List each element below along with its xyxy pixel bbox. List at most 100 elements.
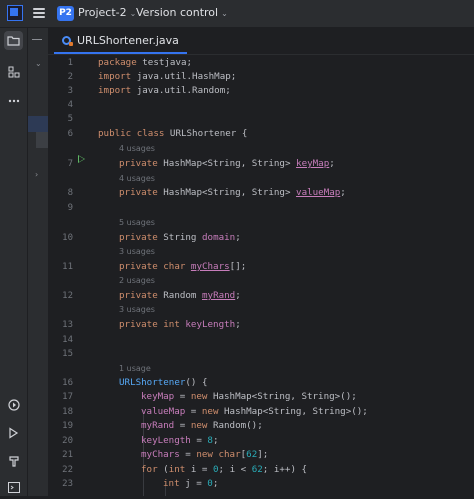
keyword: private int bbox=[119, 319, 186, 330]
keyword: int bbox=[168, 464, 191, 475]
code-text: Random(); bbox=[212, 420, 263, 431]
field: keyLength bbox=[185, 319, 236, 330]
code-line[interactable]: public class URLShortener { bbox=[98, 128, 247, 139]
code-line[interactable]: valueMap = new HashMap<String, String>()… bbox=[141, 406, 368, 417]
code-text: testjava; bbox=[142, 57, 193, 68]
chevron-down-icon: ⌄ bbox=[221, 9, 228, 18]
line-number: 3 bbox=[67, 86, 73, 96]
usages-hint[interactable]: 3 usages bbox=[119, 247, 155, 256]
field: myRand bbox=[202, 290, 236, 301]
chevron-down-icon[interactable]: ⌄ bbox=[35, 59, 42, 68]
keyword: int bbox=[163, 478, 186, 489]
field: myChars bbox=[141, 449, 180, 460]
code-line[interactable]: package testjava; bbox=[98, 57, 192, 68]
code-line[interactable]: private char myChars[]; bbox=[119, 261, 246, 272]
line-number: 19 bbox=[62, 421, 73, 431]
usages-hint[interactable]: 1 usage bbox=[119, 364, 151, 373]
code-line[interactable]: for (int i = 0; i < 62; i++) { bbox=[141, 464, 307, 475]
code-line[interactable]: private Random myRand; bbox=[119, 290, 241, 301]
line-number: 1 bbox=[67, 58, 73, 68]
line-number: 7 bbox=[67, 159, 73, 169]
services-icon[interactable] bbox=[4, 396, 23, 415]
line-number: 13 bbox=[62, 320, 73, 330]
code-line[interactable]: private String domain; bbox=[119, 232, 241, 243]
code-line[interactable]: URLShortener() { bbox=[119, 377, 208, 388]
code-text: HashMap<String, String>(); bbox=[224, 406, 368, 417]
code-text: java.util.HashMap; bbox=[136, 71, 237, 82]
chevron-right-icon[interactable]: › bbox=[35, 170, 38, 179]
line-number: 11 bbox=[62, 262, 73, 272]
ide-logo-icon[interactable] bbox=[7, 5, 23, 21]
keyword: for bbox=[141, 464, 164, 475]
main-menu-icon[interactable] bbox=[33, 8, 45, 18]
code-text: () { bbox=[185, 377, 208, 388]
keyword: import bbox=[98, 71, 137, 82]
keyword: private bbox=[119, 232, 164, 243]
code-text: ; bbox=[340, 187, 346, 198]
tab-urlshortener-java[interactable]: URLShortener.java bbox=[54, 28, 187, 54]
field: domain bbox=[202, 232, 236, 243]
code-line[interactable]: private HashMap<String, String> keyMap; bbox=[119, 158, 335, 169]
code-line[interactable]: import java.util.HashMap; bbox=[98, 71, 236, 82]
field: valueMap bbox=[296, 187, 341, 198]
usages-hint[interactable]: 5 usages bbox=[119, 218, 155, 227]
code-text: HashMap<String, String>(); bbox=[212, 391, 357, 402]
line-number: 5 bbox=[67, 114, 73, 124]
structure-icon[interactable] bbox=[4, 63, 23, 82]
selected-tree-row[interactable] bbox=[28, 116, 48, 132]
code-text: = bbox=[179, 449, 197, 460]
project-folder-icon[interactable] bbox=[4, 31, 23, 50]
more-tools-icon[interactable] bbox=[4, 90, 23, 109]
line-number: 4 bbox=[67, 100, 73, 110]
code-line[interactable]: keyLength = 8; bbox=[141, 435, 219, 446]
left-toolbar bbox=[0, 28, 28, 496]
usages-hint[interactable]: 2 usages bbox=[119, 276, 155, 285]
run-gutter-icon[interactable] bbox=[78, 155, 85, 163]
line-number: 22 bbox=[62, 465, 73, 475]
number-literal: 62 bbox=[246, 449, 258, 460]
line-number: 14 bbox=[62, 335, 73, 345]
code-text: = bbox=[185, 406, 202, 417]
project-name: Project-2 bbox=[78, 6, 127, 19]
code-line[interactable]: private int keyLength; bbox=[119, 319, 241, 330]
code-line[interactable]: myRand = new Random(); bbox=[141, 420, 263, 431]
code-text: ; bbox=[235, 232, 241, 243]
keyword: new bbox=[190, 391, 213, 402]
code-line[interactable]: int j = 0; bbox=[163, 478, 218, 489]
code-line[interactable]: keyMap = new HashMap<String, String>(); bbox=[141, 391, 357, 402]
code-text: URLShortener { bbox=[169, 128, 248, 139]
line-number: 21 bbox=[62, 450, 73, 460]
code-text: Random bbox=[163, 290, 202, 301]
code-text: HashMap<String, String> bbox=[163, 187, 297, 198]
field: myChars bbox=[190, 261, 230, 272]
minimize-icon[interactable] bbox=[32, 39, 42, 40]
terminal-icon[interactable] bbox=[4, 478, 23, 497]
project-badge[interactable]: P2 bbox=[57, 6, 74, 21]
tree-row[interactable] bbox=[36, 132, 48, 148]
line-number: 2 bbox=[67, 72, 73, 82]
line-number: 15 bbox=[62, 349, 73, 359]
keyword: new bbox=[201, 406, 225, 417]
usages-hint[interactable]: 4 usages bbox=[119, 144, 155, 153]
usages-hint[interactable]: 4 usages bbox=[119, 174, 155, 183]
project-panel: ⌄ › bbox=[28, 28, 48, 496]
line-number: 16 bbox=[62, 378, 73, 388]
line-number: 23 bbox=[62, 479, 73, 489]
field: keyMap bbox=[296, 158, 330, 169]
code-line[interactable]: import java.util.Random; bbox=[98, 85, 231, 96]
usages-hint[interactable]: 3 usages bbox=[119, 305, 155, 314]
field: keyLength bbox=[141, 435, 191, 446]
code-line[interactable]: private HashMap<String, String> valueMap… bbox=[119, 187, 346, 198]
line-number: 8 bbox=[67, 188, 73, 198]
run-tool-icon[interactable] bbox=[4, 424, 23, 443]
keyword: public class bbox=[98, 128, 170, 139]
code-line[interactable]: myChars = new char[62]; bbox=[141, 449, 268, 460]
title-bar: P2 Project-2 ⌄ Version control ⌄ bbox=[0, 0, 474, 28]
version-control-menu[interactable]: Version control ⌄ bbox=[136, 6, 228, 19]
code-text: i = bbox=[190, 464, 213, 475]
build-hammer-icon[interactable] bbox=[4, 452, 23, 471]
code-editor[interactable]: URLShortener.java 1 2 3 4 5 6 7 8 9 10 1… bbox=[48, 28, 474, 496]
keyword: new char bbox=[196, 449, 241, 460]
project-selector[interactable]: Project-2 ⌄ bbox=[78, 6, 136, 19]
keyword: private bbox=[119, 158, 164, 169]
